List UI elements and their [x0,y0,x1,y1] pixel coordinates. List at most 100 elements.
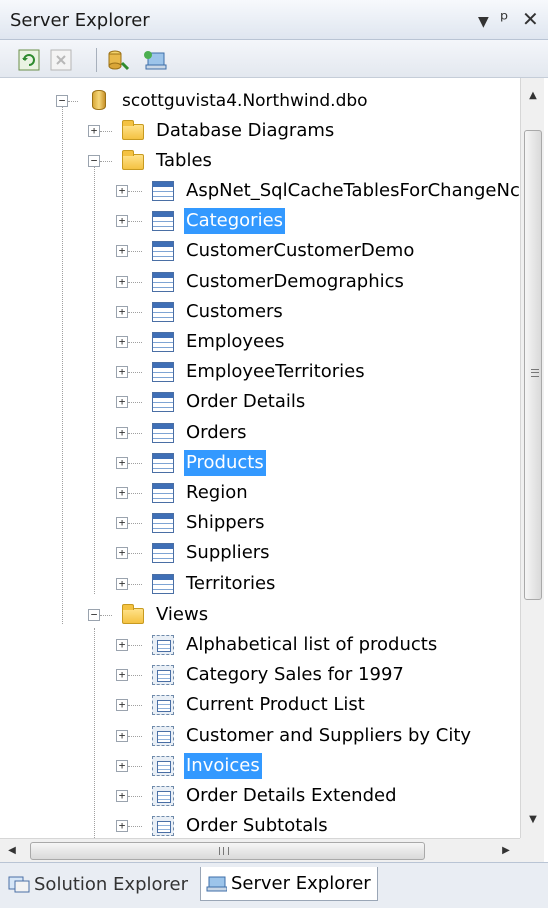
expand-icon[interactable]: + [116,245,128,258]
refresh-icon[interactable] [18,49,40,71]
expand-icon[interactable]: + [116,275,128,288]
expand-icon[interactable]: + [116,577,128,590]
connect-to-database-icon[interactable] [106,49,130,71]
collapse-icon[interactable]: − [56,95,68,107]
collapse-icon[interactable]: − [88,609,100,621]
horizontal-scroll-thumb[interactable] [30,842,425,860]
tree-guide [128,372,142,374]
expand-icon[interactable]: + [116,820,128,833]
tree-node-diagrams[interactable]: + Database Diagrams [0,116,520,146]
vertical-scroll-thumb[interactable] [524,130,542,600]
view-node[interactable]: + Invoices [0,751,520,781]
horizontal-scrollbar[interactable]: ◀ ▶ [0,838,520,862]
view-node[interactable]: + Current Product List [0,690,520,720]
expand-icon[interactable]: + [116,305,128,318]
table-icon [152,362,174,383]
tree-guide [128,342,142,343]
tree-guide [100,615,112,616]
view-icon [152,725,174,746]
expand-icon[interactable]: + [116,729,128,742]
table-node[interactable]: + Products [0,448,520,478]
tab-label: Solution Explorer [34,873,188,895]
expand-icon[interactable]: + [116,759,128,772]
table-icon [152,452,174,473]
solution-explorer-icon [8,875,30,893]
table-icon [152,392,174,413]
vertical-scrollbar[interactable]: ▲ ▼ [520,78,544,838]
tab-strip: Solution Explorer Server Explorer [0,862,548,908]
tree-guide [128,402,142,404]
view-node[interactable]: + Alphabetical list of products [0,630,520,660]
table-node[interactable]: + CustomerDemographics [0,267,520,297]
tree-guide [128,523,142,525]
database-label: scottguvista4.Northwind.dbo [122,91,368,111]
table-node[interactable]: + Order Details [0,387,520,417]
expand-icon[interactable]: + [116,426,128,439]
table-node[interactable]: + Territories [0,569,520,599]
table-icon [152,301,174,322]
table-node[interactable]: + Categories [0,206,520,236]
table-label: Region [186,482,248,503]
table-node[interactable]: + CustomerCustomerDemo [0,236,520,266]
stop-refresh-icon[interactable] [50,49,72,71]
folder-label: Views [156,604,209,625]
view-node[interactable]: + Customer and Suppliers by City [0,721,520,751]
table-node[interactable]: + Shippers [0,508,520,538]
table-node[interactable]: + Customers [0,297,520,327]
tree-node-views[interactable]: − Views [0,600,520,630]
close-icon[interactable]: ✕ [522,7,539,31]
expand-icon[interactable]: + [116,396,128,409]
tree-node-tables[interactable]: − Tables [0,146,520,176]
expand-icon[interactable]: + [116,456,128,469]
scroll-up-icon[interactable]: ▲ [521,86,545,106]
expand-icon[interactable]: + [116,547,128,560]
expand-icon[interactable]: + [116,790,128,802]
tree-guide [128,281,142,283]
view-label: Order Details Extended [186,785,397,806]
table-node[interactable]: + Suppliers [0,538,520,568]
table-node[interactable]: + Orders [0,418,520,448]
table-node[interactable]: + Employees [0,327,520,357]
expand-icon[interactable]: + [116,366,128,379]
expand-icon[interactable]: + [116,336,128,348]
tree-guide [128,251,142,253]
expand-icon[interactable]: + [116,517,128,530]
tree-node-database[interactable]: − scottguvista4.Northwind.dbo [0,86,520,116]
scroll-corner [520,838,544,862]
expand-icon[interactable]: + [116,215,128,228]
scroll-right-icon[interactable]: ▶ [496,839,516,863]
toolbar-separator [96,48,97,72]
database-icon [92,90,106,110]
table-node[interactable]: + EmployeeTerritories [0,357,520,387]
connect-to-server-icon[interactable] [142,49,167,71]
tree-guide [128,462,142,464]
scroll-down-icon[interactable]: ▼ [521,810,545,830]
scroll-left-icon[interactable]: ◀ [2,839,22,863]
view-node[interactable]: + Order Details Extended [0,781,520,811]
expand-icon[interactable]: + [116,669,128,682]
table-node[interactable]: + AspNet_SqlCacheTablesForChangeNc [0,176,520,206]
view-icon [152,665,174,686]
expand-icon[interactable]: + [116,487,128,499]
tab-server-explorer[interactable]: Server Explorer [200,867,378,901]
table-icon [152,271,174,292]
tree-guide [128,765,142,767]
pin-icon[interactable]: ᵖ [500,7,509,31]
view-label: Current Product List [186,694,365,716]
view-label: Order Subtotals [186,815,328,837]
dropdown-icon[interactable]: ▼ [478,10,489,34]
view-node[interactable]: + Category Sales for 1997 [0,660,520,690]
expand-icon[interactable]: + [116,699,128,712]
server-tree[interactable]: − scottguvista4.Northwind.dbo + Database… [0,78,520,838]
view-node[interactable]: + Order Subtotals [0,811,520,838]
tree-guide [128,705,142,707]
grip-icon [219,847,229,855]
view-label: Category Sales for 1997 [186,664,404,686]
table-node[interactable]: + Region [0,478,520,508]
expand-icon[interactable]: + [116,185,128,197]
collapse-icon[interactable]: − [88,155,100,167]
expand-icon[interactable]: + [88,125,100,137]
expand-icon[interactable]: + [116,639,128,651]
tab-solution-explorer[interactable]: Solution Explorer [4,867,194,901]
tree-guide [128,553,142,555]
